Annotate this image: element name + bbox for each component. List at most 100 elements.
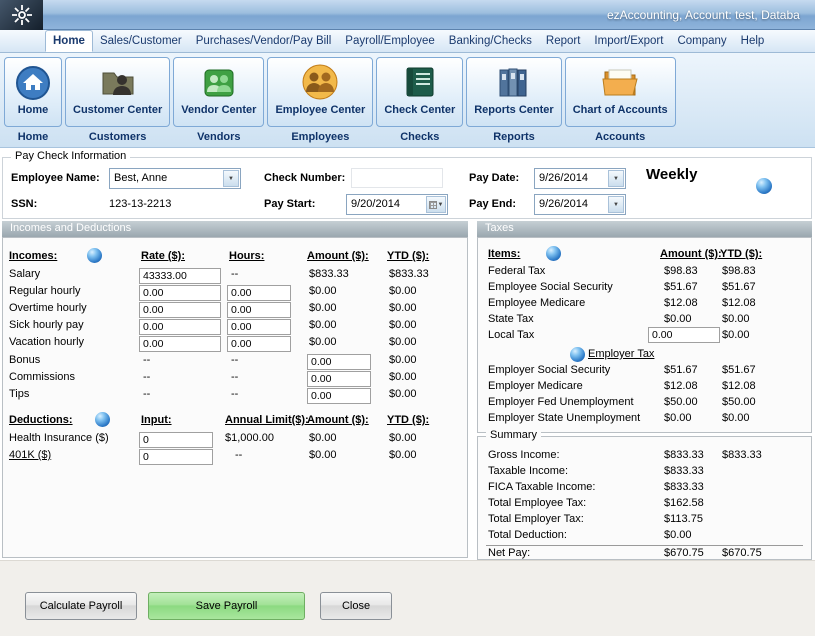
- app-icon[interactable]: [0, 0, 43, 30]
- customer-center-button[interactable]: Customer Center: [65, 57, 170, 127]
- hours-col-header: Hours:: [229, 250, 264, 262]
- chevron-down-icon[interactable]: ▼: [223, 170, 239, 187]
- employee-center-button[interactable]: Employee Center: [267, 57, 373, 127]
- tab-report[interactable]: Report: [539, 30, 588, 52]
- calculate-payroll-button[interactable]: Calculate Payroll: [25, 592, 137, 620]
- summary-row-total-deduction: Total Deduction: $0.00: [478, 529, 811, 545]
- amount-input[interactable]: [307, 388, 371, 404]
- tab-sales-customer[interactable]: Sales/Customer: [93, 30, 189, 52]
- hours-input[interactable]: [227, 302, 291, 318]
- employer-tax-header: Employer Tax: [588, 348, 654, 360]
- hours-input[interactable]: [227, 285, 291, 301]
- chevron-down-icon[interactable]: ▼: [608, 170, 624, 187]
- deductions-col-header: Deductions:: [9, 414, 73, 426]
- close-button[interactable]: Close: [320, 592, 392, 620]
- toolbar-col-customers: Customer Center Customers: [65, 57, 170, 143]
- summary-panel: Summary Gross Income: $833.33 $833.33 Ta…: [477, 436, 812, 560]
- taxes-panel: Items: Amount ($): YTD ($): Federal Tax …: [477, 237, 812, 433]
- tab-purchases-vendor-pay-bill[interactable]: Purchases/Vendor/Pay Bill: [189, 30, 339, 52]
- income-row-tips: Tips -- -- $0.00: [3, 388, 467, 404]
- toolbar-sublabel-vendors[interactable]: Vendors: [197, 131, 240, 143]
- toolbar-sublabel-customers[interactable]: Customers: [89, 131, 146, 143]
- tab-payroll-employee[interactable]: Payroll/Employee: [338, 30, 441, 52]
- employee-name-select[interactable]: Best, Anne ▼: [109, 168, 241, 189]
- menu-bar: Home Sales/Customer Purchases/Vendor/Pay…: [0, 30, 815, 53]
- deductions-ytd-col-header: YTD ($):: [387, 414, 429, 426]
- toolbar-col-vendors: Vendor Center Vendors: [173, 57, 264, 143]
- home-button[interactable]: Home: [4, 57, 62, 127]
- toolbar: Home Home Customer Center Customers Vend…: [0, 53, 815, 148]
- tab-home[interactable]: Home: [45, 30, 93, 52]
- income-row-vacation-hourly: Vacation hourly $0.00 $0.00: [3, 336, 467, 352]
- deductions-amount-col-header: Amount ($):: [307, 414, 369, 426]
- accounts-folder-icon: [599, 60, 641, 104]
- incomes-col-header: Incomes:: [9, 250, 57, 262]
- calendar-dropdown-icon[interactable]: ▼: [426, 196, 446, 213]
- taxes-amount-col-header: Amount ($):: [660, 248, 722, 260]
- rate-input[interactable]: [139, 336, 221, 352]
- toolbar-sublabel-reports[interactable]: Reports: [493, 131, 535, 143]
- customers-folder-icon: [97, 60, 139, 104]
- help-globe-icon[interactable]: [756, 178, 772, 194]
- income-row-regular-hourly: Regular hourly $0.00 $0.00: [3, 285, 467, 301]
- amount-input[interactable]: [307, 371, 371, 387]
- income-row-bonus: Bonus -- -- $0.00: [3, 354, 467, 370]
- save-payroll-button[interactable]: Save Payroll: [148, 592, 305, 620]
- check-number-label: Check Number:: [264, 172, 345, 184]
- toolbar-sublabel-accounts[interactable]: Accounts: [595, 131, 645, 143]
- chevron-down-icon[interactable]: ▼: [608, 196, 624, 213]
- check-center-button[interactable]: Check Center: [376, 57, 463, 127]
- tax-row-employee-social-security: Employee Social Security $51.67 $51.67: [478, 281, 811, 297]
- hours-input[interactable]: [227, 336, 291, 352]
- tax-row-employer-state-unemployment: Employer State Unemployment $0.00 $0.00: [478, 412, 811, 428]
- tab-company[interactable]: Company: [670, 30, 733, 52]
- deduction-input[interactable]: [139, 449, 213, 465]
- incomes-section-header: Incomes and Deductions: [2, 221, 468, 237]
- ssn-value: 123-13-2213: [109, 198, 171, 210]
- tab-help[interactable]: Help: [734, 30, 772, 52]
- summary-row-total-employee-tax: Total Employee Tax: $162.58: [478, 497, 811, 513]
- pay-date-label: Pay Date:: [469, 172, 519, 184]
- rate-input[interactable]: [139, 268, 221, 284]
- hours-input[interactable]: [227, 319, 291, 335]
- deductions-help-globe-icon[interactable]: [95, 412, 110, 427]
- pay-date-select[interactable]: 9/26/2014 ▼: [534, 168, 626, 189]
- amount-input[interactable]: [307, 354, 371, 370]
- incomes-deductions-panel: Incomes: Rate ($): Hours: Amount ($): YT…: [2, 237, 468, 558]
- taxes-ytd-col-header: YTD ($):: [720, 248, 762, 260]
- toolbar-sublabel-home[interactable]: Home: [18, 131, 49, 143]
- pay-start-datepicker[interactable]: 9/20/2014 ▼: [346, 194, 448, 215]
- vendor-center-button[interactable]: Vendor Center: [173, 57, 264, 127]
- incomes-help-globe-icon[interactable]: [87, 248, 102, 263]
- paycheck-info-title: Pay Check Information: [11, 150, 130, 162]
- tax-row-employer-fed-unemployment: Employer Fed Unemployment $50.00 $50.00: [478, 396, 811, 412]
- checkbook-icon: [399, 60, 441, 104]
- taxes-help-globe-icon[interactable]: [546, 246, 561, 261]
- ssn-label: SSN:: [11, 198, 37, 210]
- summary-divider: [486, 545, 803, 546]
- tab-banking-checks[interactable]: Banking/Checks: [442, 30, 539, 52]
- rate-input[interactable]: [139, 285, 221, 301]
- toolbar-sublabel-checks[interactable]: Checks: [400, 131, 439, 143]
- tab-import-export[interactable]: Import/Export: [587, 30, 670, 52]
- rate-input[interactable]: [139, 319, 221, 335]
- toolbar-sublabel-employees[interactable]: Employees: [291, 131, 349, 143]
- employer-tax-header-row: Employer Tax: [478, 347, 811, 363]
- summary-row-total-employer-tax: Total Employer Tax: $113.75: [478, 513, 811, 529]
- deduction-input[interactable]: [139, 432, 213, 448]
- reports-center-button[interactable]: Reports Center: [466, 57, 561, 127]
- amount-col-header: Amount ($):: [307, 250, 369, 262]
- pay-frequency-label: Weekly: [646, 166, 697, 183]
- income-row-overtime-hourly: Overtime hourly $0.00 $0.00: [3, 302, 467, 318]
- check-number-input[interactable]: [351, 168, 443, 188]
- income-row-salary: Salary -- $833.33 $833.33: [3, 268, 467, 284]
- window-title: ezAccounting, Account: test, Databa: [607, 8, 815, 22]
- employee-name-label: Employee Name:: [11, 172, 100, 184]
- rate-input[interactable]: [139, 302, 221, 318]
- employer-tax-help-globe-icon[interactable]: [570, 347, 585, 362]
- chart-of-accounts-button[interactable]: Chart of Accounts: [565, 57, 676, 127]
- reports-binders-icon: [493, 60, 535, 104]
- paycheck-info-groupbox: Pay Check Information Employee Name: Bes…: [2, 157, 812, 219]
- pay-end-select[interactable]: 9/26/2014 ▼: [534, 194, 626, 215]
- local-tax-input[interactable]: [648, 327, 720, 343]
